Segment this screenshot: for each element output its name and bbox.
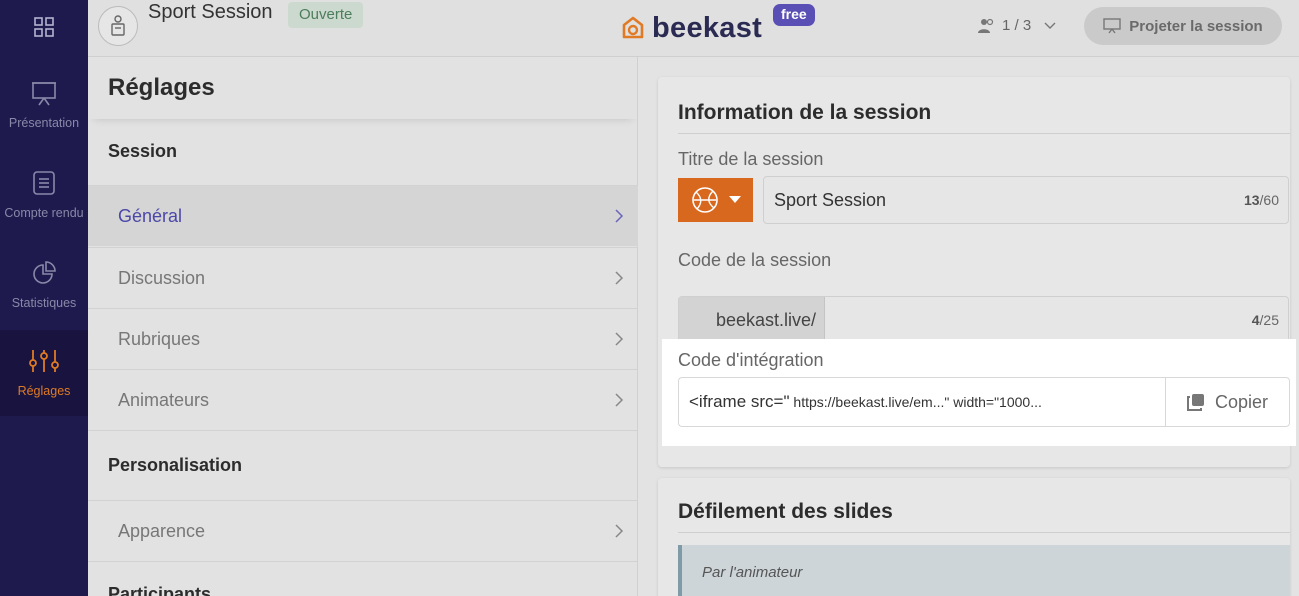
chevron-right-icon <box>615 332 624 346</box>
beekast-logo-icon <box>622 16 644 39</box>
top-header: Sport Session Ouverte beekast free 1 / 3… <box>88 0 1299 57</box>
chevron-right-icon <box>615 393 624 407</box>
participants-count: 1 / 3 <box>1002 17 1032 34</box>
code-prefix: beekast.live/ <box>679 297 825 344</box>
divider <box>678 133 1290 134</box>
menu-item-general[interactable]: Général <box>88 185 638 246</box>
copy-button[interactable]: Copier <box>1165 377 1290 427</box>
copy-icon <box>1186 394 1204 411</box>
nav-label-report: Compte rendu <box>4 206 84 220</box>
project-session-button[interactable]: Projeter la session <box>1084 7 1282 45</box>
chevron-right-icon <box>615 524 624 538</box>
session-title: Sport Session <box>148 1 273 23</box>
slide-scroll-card: Défilement des slides Par l'animateur <box>658 478 1290 596</box>
menu-item-apparence[interactable]: Apparence <box>88 500 638 561</box>
divider <box>88 430 638 431</box>
left-nav: Présentation Compte rendu Statistiques R… <box>0 0 88 596</box>
code-count: 4 <box>1251 312 1260 328</box>
presentation-icon <box>32 82 56 106</box>
session-title-input[interactable]: Sport Session 13/60 <box>763 176 1289 224</box>
settings-title: Réglages <box>108 74 215 101</box>
code-char-counter: 4/25 <box>1252 297 1279 344</box>
embed-code-start: <iframe src=" <box>689 392 790 411</box>
nav-label-presentation: Présentation <box>8 116 80 130</box>
menu-label-general: Général <box>118 205 183 226</box>
menu-item-discussion[interactable]: Discussion <box>88 247 638 308</box>
caret-down-icon <box>728 196 741 203</box>
section-session: Session <box>108 141 178 161</box>
logo-text: beekast <box>652 11 763 44</box>
card-title-info: Information de la session <box>678 101 932 124</box>
report-icon <box>33 171 55 195</box>
title-char-counter: 13/60 <box>1244 177 1279 223</box>
title-count: 13 <box>1243 192 1260 208</box>
nav-label-settings: Réglages <box>17 384 71 398</box>
session-icon-picker[interactable] <box>678 178 753 222</box>
nav-item-presentation[interactable]: Présentation <box>0 62 88 148</box>
menu-item-animateurs[interactable]: Animateurs <box>88 369 638 430</box>
menu-label-apparence: Apparence <box>118 520 206 541</box>
settings-panel: Réglages Session Général Discussion Rubr… <box>88 57 638 596</box>
chevron-right-icon <box>615 271 624 285</box>
main-panel: Information de la session Titre de la se… <box>638 57 1299 596</box>
title-field-label: Titre de la session <box>678 149 824 169</box>
section-personalisation: Personalisation <box>108 455 243 475</box>
card-title-scroll: Défilement des slides <box>678 500 893 523</box>
participants-dropdown[interactable]: 1 / 3 <box>978 17 1057 34</box>
beekast-logo: beekast <box>620 10 762 46</box>
copy-button-label: Copier <box>1214 391 1269 412</box>
chevron-right-icon <box>615 209 624 223</box>
menu-label-rubriques: Rubriques <box>118 328 201 349</box>
divider <box>88 561 638 562</box>
embed-code-rest: https://beekast.live/em..." width="1000.… <box>789 394 1042 410</box>
session-type-icon <box>111 15 125 36</box>
apps-grid-icon <box>34 17 54 37</box>
nav-label-statistics: Statistiques <box>11 296 77 310</box>
menu-label-animateurs: Animateurs <box>118 389 210 410</box>
apps-grid-button[interactable] <box>0 0 88 54</box>
embed-field-label: Code d'intégration <box>678 350 824 370</box>
session-code-input[interactable]: beekast.live/ 4/25 <box>678 296 1289 345</box>
embed-code-input[interactable]: <iframe src=" https://beekast.live/em...… <box>678 377 1166 427</box>
session-title-value: Sport Session <box>774 190 887 210</box>
chevron-down-icon <box>1044 22 1056 29</box>
users-icon <box>978 18 994 33</box>
status-badge: Ouverte <box>288 2 364 28</box>
pie-chart-icon <box>33 261 56 284</box>
nav-item-settings[interactable]: Réglages <box>0 330 88 416</box>
title-max: /60 <box>1259 192 1279 208</box>
section-participants: Participants <box>108 584 212 596</box>
divider <box>678 532 1290 533</box>
sliders-icon <box>29 350 59 372</box>
project-session-label: Projeter la session <box>1129 17 1263 35</box>
screen-icon <box>1103 18 1121 34</box>
menu-item-rubriques[interactable]: Rubriques <box>88 308 638 369</box>
nav-item-statistics[interactable]: Statistiques <box>0 242 88 328</box>
code-field-label: Code de la session <box>678 250 832 270</box>
plan-badge: free <box>773 4 815 26</box>
nav-item-report[interactable]: Compte rendu <box>0 152 88 238</box>
session-avatar[interactable] <box>98 6 138 46</box>
code-max: /25 <box>1259 312 1279 328</box>
scroll-option-presenter[interactable]: Par l'animateur <box>678 545 1290 596</box>
basketball-icon <box>691 187 718 213</box>
menu-label-discussion: Discussion <box>118 267 206 288</box>
embed-code-section: Code d'intégration <iframe src=" https:/… <box>662 339 1296 446</box>
